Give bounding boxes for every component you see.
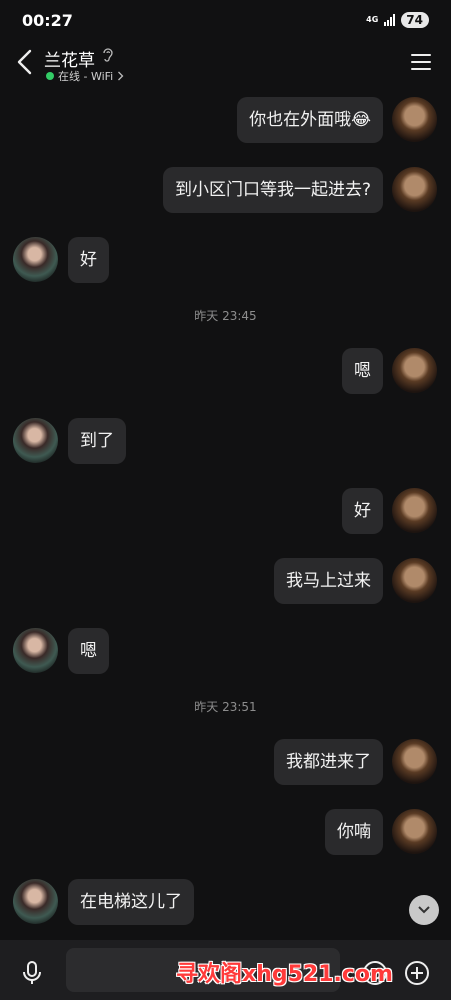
watermark-text: 寻欢阁xhg521.com <box>176 962 393 987</box>
status-time: 00:27 <box>22 11 73 30</box>
message-bubble[interactable]: 到小区门口等我一起进去? <box>162 167 383 213</box>
message-bubble[interactable]: 你喃 <box>325 809 383 855</box>
add-attachment-icon[interactable] <box>404 960 430 986</box>
presence-status[interactable]: 在线 - WiFi <box>46 68 124 84</box>
chevron-down-icon <box>418 906 430 914</box>
my-avatar[interactable] <box>392 809 437 854</box>
contact-avatar[interactable] <box>13 418 58 463</box>
status-icons: 4G 74 <box>366 12 429 28</box>
my-avatar[interactable] <box>392 348 437 393</box>
presence-text: 在线 - WiFi <box>58 70 114 83</box>
back-arrow-icon[interactable] <box>14 48 38 76</box>
chat-header: 兰花草 在线 - WiFi <box>0 40 451 88</box>
status-bar: 00:27 4G 74 <box>0 0 451 40</box>
message-bubble[interactable]: 你也在外面哦😂 <box>237 97 383 143</box>
my-avatar[interactable] <box>392 558 437 603</box>
my-avatar[interactable] <box>392 167 437 212</box>
chevron-right-icon <box>118 71 124 81</box>
message-bubble[interactable]: 嗯 <box>342 348 383 394</box>
menu-icon[interactable] <box>411 54 431 70</box>
message-bubble[interactable]: 好 <box>68 237 109 283</box>
ear-icon <box>103 48 113 62</box>
my-avatar[interactable] <box>392 739 437 784</box>
time-divider: 昨天 23:51 <box>194 700 257 714</box>
message-bubble[interactable]: 到了 <box>68 418 126 464</box>
battery-indicator: 74 <box>401 12 429 28</box>
scroll-to-bottom-button[interactable] <box>409 895 439 925</box>
message-bubble[interactable]: 我马上过来 <box>274 558 383 604</box>
contact-avatar[interactable] <box>13 879 58 924</box>
signal-icon <box>384 14 396 26</box>
contact-avatar[interactable] <box>13 237 58 282</box>
network-indicator: 4G <box>366 15 379 24</box>
my-avatar[interactable] <box>392 488 437 533</box>
microphone-icon[interactable] <box>20 960 44 986</box>
online-dot-icon <box>46 72 54 80</box>
message-bubble[interactable]: 在电梯这儿了 <box>68 879 194 925</box>
message-bubble[interactable]: 好 <box>342 488 383 534</box>
contact-avatar[interactable] <box>13 628 58 673</box>
message-bubble[interactable]: 我都进来了 <box>274 739 383 785</box>
my-avatar[interactable] <box>392 97 437 142</box>
message-bubble[interactable]: 嗯 <box>68 628 109 674</box>
time-divider: 昨天 23:45 <box>194 309 257 323</box>
